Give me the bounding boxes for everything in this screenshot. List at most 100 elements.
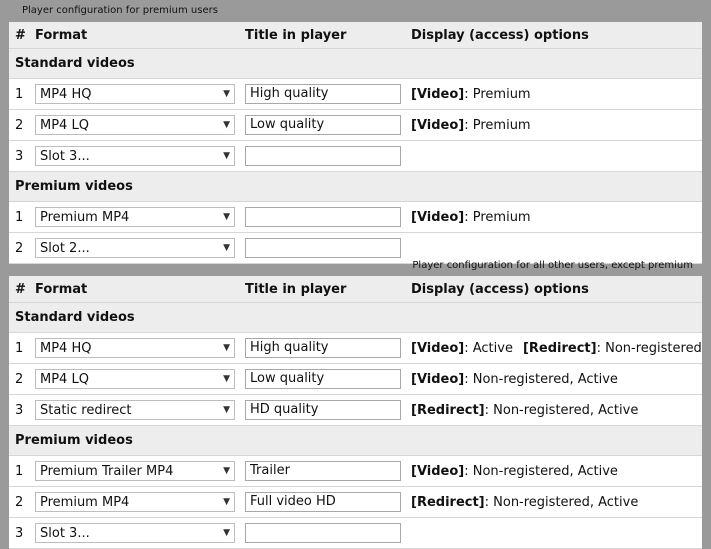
chevron-down-icon: ▼ (223, 89, 230, 99)
title-input[interactable]: High quality (245, 84, 401, 104)
format-select[interactable]: MP4 HQ ▼ (35, 84, 235, 104)
table-row: 1 MP4 HQ ▼ High quality [Video]: Active [Redi… (9, 332, 702, 364)
row-number: 3 (9, 140, 35, 172)
row-number: 3 (9, 517, 35, 549)
chevron-down-icon: ▼ (223, 243, 230, 253)
table-row: 2 MP4 LQ ▼ Low quality [Video]: Premium (9, 109, 702, 141)
option-value: : Non-registered (596, 340, 702, 356)
title-input[interactable] (245, 207, 401, 227)
format-cell: Premium MP4 ▼ (35, 201, 245, 233)
row-number: 2 (9, 109, 35, 141)
table-row: 3 Static redirect ▼ HD quality [Redirect]: N… (9, 394, 702, 426)
title-input[interactable]: Low quality (245, 115, 401, 135)
format-cell: MP4 HQ ▼ (35, 78, 245, 110)
column-header: Display (access) options (411, 22, 702, 49)
title-input[interactable]: HD quality (245, 400, 401, 420)
display-options (411, 140, 702, 172)
display-options: [Redirect]: Non-registered, Active (411, 394, 702, 426)
title-cell: Full video HD (245, 486, 411, 518)
title-input[interactable]: High quality (245, 338, 401, 358)
column-header: Format (35, 276, 245, 303)
title-cell: Trailer (245, 455, 411, 487)
section-header: Standard videos (9, 48, 702, 79)
format-select[interactable]: MP4 HQ ▼ (35, 338, 235, 358)
format-cell: Premium Trailer MP4 ▼ (35, 455, 245, 487)
format-select-value: Slot 3... (40, 525, 90, 541)
display-options: [Video]: Non-registered, Active (411, 455, 702, 487)
option-value: : Non-registered, Active (464, 371, 618, 387)
row-number: 2 (9, 486, 35, 518)
format-cell: MP4 LQ ▼ (35, 109, 245, 141)
title-input[interactable] (245, 146, 401, 166)
option-tag: [Video] (411, 463, 465, 479)
row-number: 2 (9, 363, 35, 395)
format-select[interactable]: Slot 3... ▼ (35, 146, 235, 166)
display-options: [Video]: Active [Redirect]: Non-registere… (411, 332, 702, 364)
format-select[interactable]: Slot 2... ▼ (35, 238, 235, 258)
premium-config-table: # Format Title in player Display (access) o… (9, 22, 702, 264)
format-select-value: MP4 LQ (40, 371, 89, 387)
section-header: Premium videos (9, 425, 702, 456)
chevron-down-icon: ▼ (223, 151, 230, 161)
format-cell: MP4 LQ ▼ (35, 363, 245, 395)
section-header: Standard videos (9, 302, 702, 333)
format-select[interactable]: Slot 3... ▼ (35, 523, 235, 543)
title-cell: Low quality (245, 109, 411, 141)
format-select[interactable]: Premium MP4 ▼ (35, 492, 235, 512)
format-select-value: MP4 HQ (40, 86, 92, 102)
column-header: Title in player (245, 22, 411, 49)
chevron-down-icon: ▼ (223, 528, 230, 538)
table-row: 1 Premium MP4 ▼ [Video]: Premium (9, 201, 702, 233)
format-cell: Slot 3... ▼ (35, 517, 245, 549)
option-tag: [Redirect] (522, 340, 597, 356)
option-value: : Non-registered, Active (464, 463, 618, 479)
option-value: : Premium (464, 209, 531, 225)
display-options: [Video]: Premium (411, 201, 702, 233)
others-config-table: # Format Title in player Display (access) o… (9, 276, 702, 549)
column-header: # (9, 276, 35, 303)
title-input[interactable]: Trailer (245, 461, 401, 481)
title-input[interactable] (245, 523, 401, 543)
column-header: Format (35, 22, 245, 49)
column-header: Title in player (245, 276, 411, 303)
format-select-value: Slot 3... (40, 148, 90, 164)
section-label: Standard videos (9, 302, 702, 333)
table-row: 2 MP4 LQ ▼ Low quality [Video]: Non-register… (9, 363, 702, 395)
format-select[interactable]: MP4 LQ ▼ (35, 369, 235, 389)
chevron-down-icon: ▼ (223, 405, 230, 415)
section-label: Premium videos (9, 425, 702, 456)
title-cell: High quality (245, 332, 411, 364)
format-select[interactable]: Premium Trailer MP4 ▼ (35, 461, 235, 481)
format-select-value: Premium MP4 (40, 209, 130, 225)
title-cell (245, 201, 411, 233)
table-row: 2 Slot 2... ▼ (9, 232, 702, 264)
chevron-down-icon: ▼ (223, 212, 230, 222)
table-row: 3 Slot 3... ▼ (9, 517, 702, 549)
table-row: 3 Slot 3... ▼ (9, 140, 702, 172)
format-select[interactable]: Static redirect ▼ (35, 400, 235, 420)
row-number: 1 (9, 455, 35, 487)
table-row: 1 MP4 HQ ▼ High quality [Video]: Premium (9, 78, 702, 110)
display-options (411, 517, 702, 549)
row-number: 1 (9, 332, 35, 364)
column-header: Display (access) options (411, 276, 702, 303)
title-input[interactable]: Low quality (245, 369, 401, 389)
format-select[interactable]: MP4 LQ ▼ (35, 115, 235, 135)
format-cell: Slot 3... ▼ (35, 140, 245, 172)
chevron-down-icon: ▼ (223, 466, 230, 476)
table-row: 1 Premium Trailer MP4 ▼ Trailer [Video]: Non… (9, 455, 702, 487)
display-options: [Video]: Non-registered, Active (411, 363, 702, 395)
title-input[interactable]: Full video HD (245, 492, 401, 512)
title-input[interactable] (245, 238, 401, 258)
option-tag: [Video] (411, 117, 465, 133)
section-label: Premium videos (9, 171, 702, 202)
header-row: # Format Title in player Display (access) o… (9, 22, 702, 49)
row-number: 3 (9, 394, 35, 426)
header-row: # Format Title in player Display (access) o… (9, 276, 702, 303)
title-cell: High quality (245, 78, 411, 110)
format-select[interactable]: Premium MP4 ▼ (35, 207, 235, 227)
column-header: # (9, 22, 35, 49)
format-select-value: MP4 LQ (40, 117, 89, 133)
chevron-down-icon: ▼ (223, 374, 230, 384)
row-number: 1 (9, 201, 35, 233)
